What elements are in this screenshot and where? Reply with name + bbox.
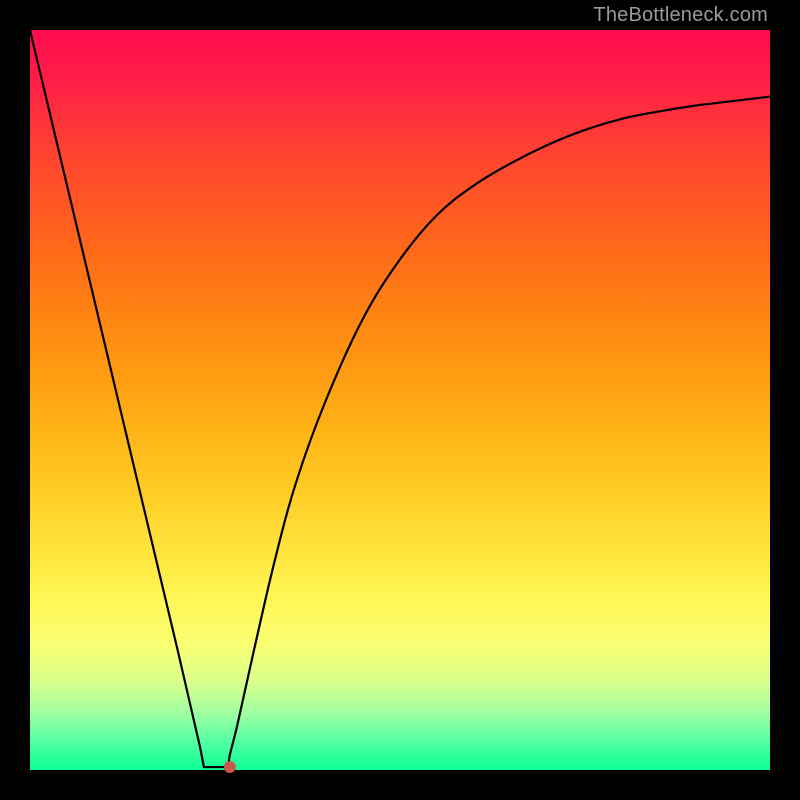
minimum-point-dot	[224, 761, 236, 773]
watermark-text: TheBottleneck.com	[593, 4, 768, 27]
plot-area	[30, 30, 770, 770]
curve-left-branch	[30, 30, 204, 767]
curve-right-branch	[228, 97, 770, 767]
chart-container: TheBottleneck.com	[0, 0, 800, 800]
chart-svg	[30, 30, 770, 770]
